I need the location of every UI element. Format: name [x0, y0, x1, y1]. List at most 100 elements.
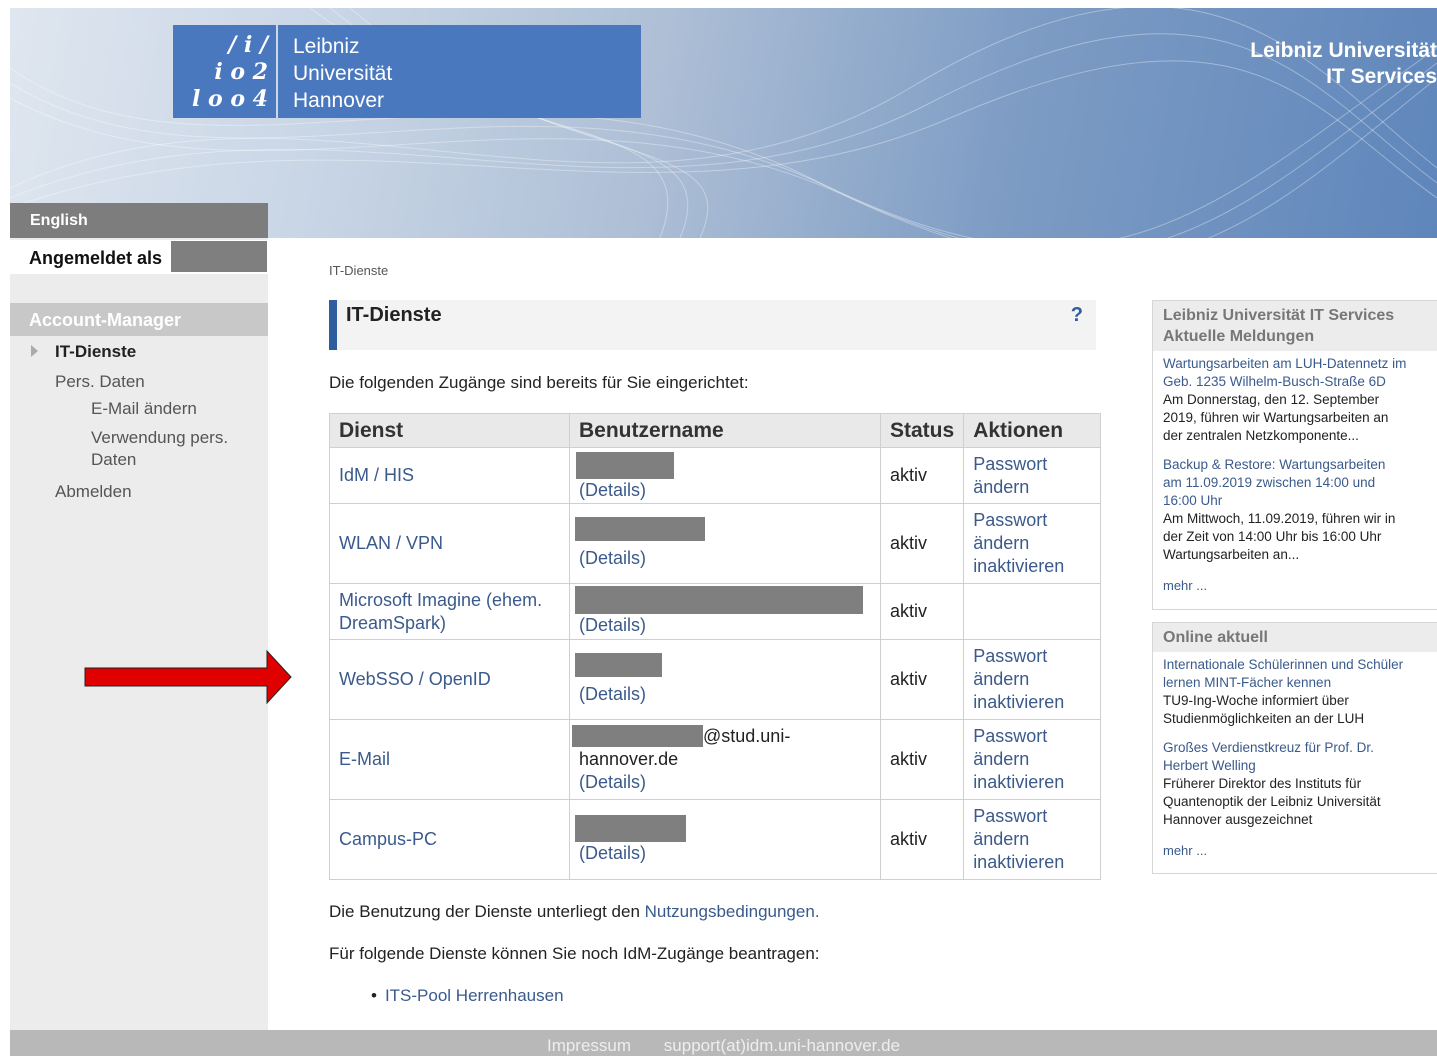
news-box-luis: Leibniz Universität IT Services Aktuelle… [1152, 300, 1437, 610]
status-text: aktiv [890, 669, 928, 689]
action-text: ändern [973, 669, 1030, 689]
news-text-line: 2019, führen wir Wartungsarbeiten an [1163, 410, 1389, 425]
service-name-line: DreamSpark) [339, 612, 447, 633]
table-row: Microsoft Imagine (ehem. DreamSpark) (De… [329, 583, 1102, 640]
change-password-link[interactable]: Passwort ändern [973, 646, 1047, 689]
support-email-link[interactable]: support(at)idm.uni-hannover.de [664, 1036, 900, 1055]
news-item-link[interactable]: Internationale Schülerinnen und Schüler … [1163, 656, 1428, 692]
column-header-aktionen: Aktionen [963, 413, 1102, 448]
action-text: ändern [973, 829, 1030, 849]
terms-text: Die Benutzung der Dienste unterliegt den [329, 902, 645, 921]
details-link[interactable]: (Details) [579, 684, 646, 704]
service-link-idm-his[interactable]: IdM / HIS [339, 465, 414, 485]
details-link[interactable]: (Details) [579, 843, 646, 863]
news-link-line: am 11.09.2019 zwischen 14:00 und [1163, 475, 1376, 490]
redacted-username [575, 814, 686, 842]
news-more-link[interactable]: mehr ... [1153, 843, 1437, 858]
university-logo-text[interactable]: Leibniz Universität Hannover [278, 25, 641, 118]
redacted-username [576, 451, 674, 479]
sidebar-item-abmelden[interactable]: Abmelden [55, 482, 132, 502]
news-box-title: Online aktuell [1153, 623, 1437, 652]
sidebar-item-email-aendern[interactable]: E-Mail ändern [91, 399, 197, 419]
news-item: Großes Verdienstkreuz für Prof. Dr. Herb… [1153, 739, 1437, 829]
action-text: Passwort [973, 510, 1048, 530]
terms-of-use-link[interactable]: Nutzungsbedingungen [645, 902, 815, 921]
service-link-campus-pc[interactable]: Campus-PC [339, 829, 437, 849]
action-text: ändern [973, 749, 1030, 769]
news-box-online-aktuell: Online aktuell Internationale Schülerinn… [1152, 622, 1437, 874]
news-item-text: Am Donnerstag, den 12. September 2019, f… [1163, 391, 1428, 445]
details-link[interactable]: (Details) [579, 480, 646, 500]
status-text: aktiv [890, 533, 928, 553]
table-row: WLAN / VPN (Details) aktiv Passwort ände… [329, 503, 1102, 584]
table-row: WebSSO / OpenID (Details) aktiv Passwort… [329, 639, 1102, 720]
news-item: Wartungsarbeiten am LUH-Datennetz im Geb… [1153, 355, 1437, 445]
status-text: aktiv [890, 465, 928, 485]
table-row: Campus-PC (Details) aktiv Passwort änder… [329, 799, 1102, 880]
active-nav-arrow-icon [31, 345, 38, 357]
deactivate-link[interactable]: inaktivieren [973, 692, 1064, 712]
news-link-line: 16:00 Uhr [1163, 493, 1223, 508]
change-password-link[interactable]: Passwort ändern [973, 726, 1047, 769]
email-domain-part: hannover.de [579, 749, 679, 769]
news-item: Internationale Schülerinnen und Schüler … [1153, 656, 1437, 728]
sidebar-item-verwendung-pers-daten-line2[interactable]: Daten [91, 450, 136, 470]
university-logo-mark[interactable]: / i / i o 2 l o o 4 [173, 25, 276, 118]
logo-text-line: Universität [293, 62, 393, 85]
request-text: Für folgende Dienste können Sie noch IdM… [329, 944, 820, 963]
action-text: ändern [973, 533, 1030, 553]
news-more-link[interactable]: mehr ... [1153, 578, 1437, 593]
status-text: aktiv [890, 829, 928, 849]
details-link[interactable]: (Details) [579, 548, 646, 568]
service-link-websso-openid[interactable]: WebSSO / OpenID [339, 669, 491, 689]
action-text: Passwort [973, 806, 1048, 826]
left-sidebar [10, 238, 268, 1030]
news-text-line: Früherer Direktor des Instituts für [1163, 776, 1362, 791]
change-password-link[interactable]: Passwort ändern [973, 454, 1047, 497]
language-switch-link[interactable]: English [10, 203, 268, 238]
news-link-line: Internationale Schülerinnen und Schüler [1163, 657, 1404, 672]
services-table: Dienst Benutzername Status Aktionen IdM … [329, 413, 1102, 880]
deactivate-link[interactable]: inaktivieren [973, 556, 1064, 576]
change-password-link[interactable]: Passwort ändern [973, 510, 1047, 553]
sidebar-item-pers-daten[interactable]: Pers. Daten [55, 372, 145, 392]
redacted-username [171, 241, 267, 272]
news-text-line: Am Mittwoch, 11.09.2019, führen wir in [1163, 511, 1396, 526]
logged-in-label: Angemeldet als [29, 248, 163, 268]
impressum-link[interactable]: Impressum [547, 1036, 631, 1055]
sidebar-item-it-dienste[interactable]: IT-Dienste [55, 342, 136, 362]
breadcrumb[interactable]: IT-Dienste [329, 263, 388, 278]
details-link[interactable]: (Details) [579, 615, 646, 635]
service-link-microsoft-imagine[interactable]: Microsoft Imagine (ehem. DreamSpark) [339, 590, 542, 633]
news-link-line: Großes Verdienstkreuz für Prof. Dr. [1163, 740, 1374, 755]
list-item: • ITS-Pool Herrenhausen [371, 986, 564, 1006]
news-link-line: Wartungsarbeiten am LUH-Datennetz im [1163, 356, 1407, 371]
logged-in-box: Angemeldet als [10, 240, 268, 274]
bullet-icon: • [371, 986, 377, 1005]
red-arrow-annotation-icon [84, 650, 292, 705]
news-item-link[interactable]: Großes Verdienstkreuz für Prof. Dr. Herb… [1163, 739, 1428, 775]
news-item-text: TU9-Ing-Woche informiert über Studienmög… [1163, 692, 1428, 728]
deactivate-link[interactable]: inaktivieren [973, 772, 1064, 792]
logo-text-line: Hannover [293, 89, 385, 112]
news-item-link[interactable]: Backup & Restore: Wartungsarbeiten am 11… [1163, 456, 1428, 510]
news-item: Backup & Restore: Wartungsarbeiten am 11… [1153, 456, 1437, 564]
news-box-title-line: Leibniz Universität IT Services [1163, 307, 1395, 324]
news-item-link[interactable]: Wartungsarbeiten am LUH-Datennetz im Geb… [1163, 355, 1428, 391]
its-pool-herrenhausen-link[interactable]: ITS-Pool Herrenhausen [385, 986, 564, 1005]
service-link-wlan-vpn[interactable]: WLAN / VPN [339, 533, 443, 553]
terms-suffix: . [814, 902, 820, 921]
action-text: Passwort [973, 646, 1048, 666]
news-text-line: TU9-Ing-Woche informiert über [1163, 693, 1349, 708]
news-box-title: Leibniz Universität IT Services Aktuelle… [1153, 301, 1437, 351]
service-link-email[interactable]: E-Mail [339, 749, 390, 769]
news-text-line: Studienmöglichkeiten an der LUH [1163, 711, 1365, 726]
status-text: aktiv [890, 601, 928, 621]
column-header-dienst: Dienst [329, 413, 570, 448]
change-password-link[interactable]: Passwort ändern [973, 806, 1047, 849]
details-link[interactable]: (Details) [579, 772, 646, 792]
deactivate-link[interactable]: inaktivieren [973, 852, 1064, 872]
terms-paragraph: Die Benutzung der Dienste unterliegt den… [329, 902, 820, 922]
sidebar-item-verwendung-pers-daten[interactable]: Verwendung pers. [91, 428, 228, 448]
help-icon[interactable]: ? [1071, 304, 1083, 327]
